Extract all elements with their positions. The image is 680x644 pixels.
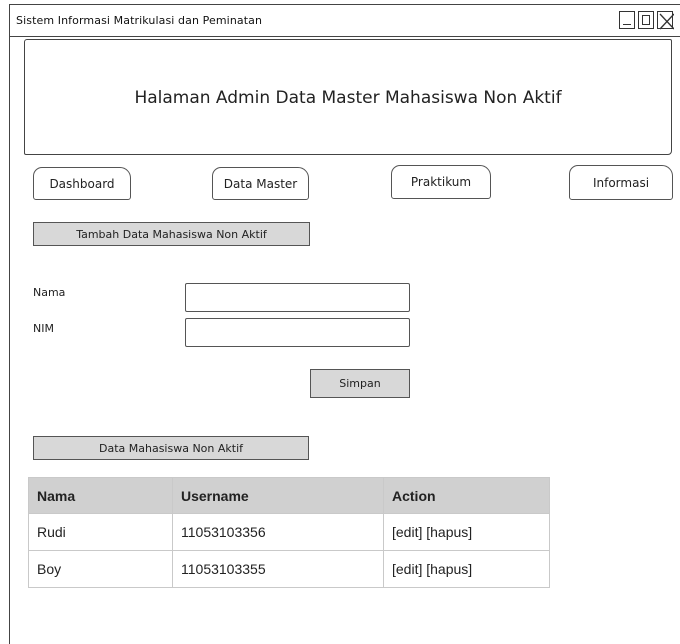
table-row: Rudi 11053103356 [edit] [hapus] bbox=[28, 513, 550, 551]
cell-action-links[interactable]: [edit] [hapus] bbox=[383, 550, 550, 588]
maximize-button[interactable] bbox=[638, 11, 654, 29]
nav-data-master-button[interactable]: Data Master bbox=[212, 167, 309, 200]
nama-input[interactable] bbox=[185, 283, 410, 312]
column-header-action: Action bbox=[383, 477, 550, 514]
title-bar: Sistem Informasi Matrikulasi dan Peminat… bbox=[10, 5, 680, 37]
nav-dashboard-button[interactable]: Dashboard bbox=[33, 167, 131, 200]
page-title: Halaman Admin Data Master Mahasiswa Non … bbox=[134, 88, 562, 108]
nim-label: NIM bbox=[33, 322, 54, 335]
cell-username: 11053103355 bbox=[172, 550, 384, 588]
header-banner: Halaman Admin Data Master Mahasiswa Non … bbox=[24, 39, 672, 155]
nav-informasi-button[interactable]: Informasi bbox=[569, 165, 673, 200]
nama-label: Nama bbox=[33, 286, 66, 299]
close-icon bbox=[659, 13, 674, 30]
close-button[interactable] bbox=[657, 11, 674, 30]
column-header-username: Username bbox=[172, 477, 384, 514]
nav-praktikum-button[interactable]: Praktikum bbox=[391, 165, 491, 199]
list-section-label: Data Mahasiswa Non Aktif bbox=[33, 436, 309, 460]
cell-username: 11053103356 bbox=[172, 513, 384, 551]
mahasiswa-table: Nama Username Action Rudi 11053103356 [e… bbox=[28, 477, 550, 588]
simpan-button[interactable]: Simpan bbox=[310, 369, 410, 398]
cell-nama: Rudi bbox=[28, 513, 173, 551]
table-row: Boy 11053103355 [edit] [hapus] bbox=[28, 550, 550, 588]
cell-action-links[interactable]: [edit] [hapus] bbox=[383, 513, 550, 551]
cell-nama: Boy bbox=[28, 550, 173, 588]
table-header-row: Nama Username Action bbox=[28, 477, 550, 514]
minimize-button[interactable] bbox=[619, 11, 635, 29]
nim-input[interactable] bbox=[185, 318, 410, 347]
window-title: Sistem Informasi Matrikulasi dan Peminat… bbox=[16, 14, 263, 27]
column-header-nama: Nama bbox=[28, 477, 173, 514]
add-section-label: Tambah Data Mahasiswa Non Aktif bbox=[33, 222, 310, 246]
